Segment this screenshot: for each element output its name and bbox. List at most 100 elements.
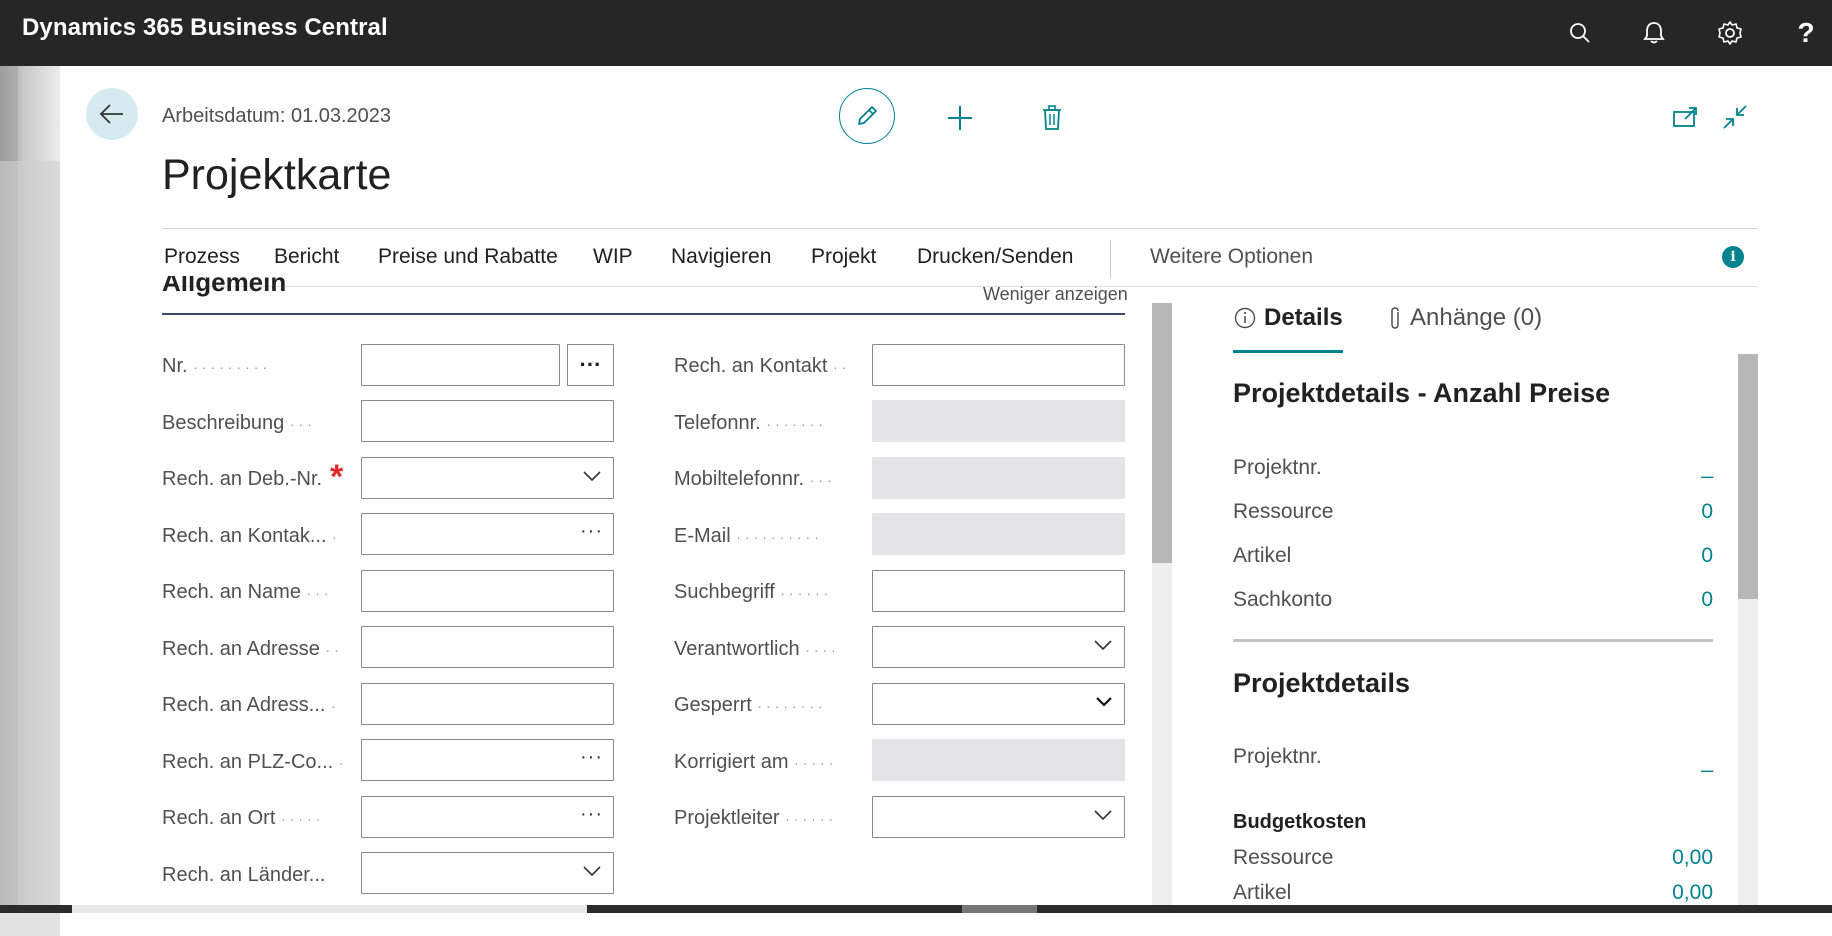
field-label-projektleiter: Projektleiter ······ <box>674 807 838 829</box>
project-details-title: Projektdetails <box>1233 668 1411 698</box>
budget-label: Ressource <box>1233 846 1334 869</box>
field-label-rech-an-kontakt-nr: Rech. an Kontak... · <box>162 525 341 547</box>
price-count-label: Artikel <box>1233 544 1292 567</box>
content-scrollbar-thumb[interactable] <box>1152 303 1172 563</box>
budget-label: Artikel <box>1233 881 1292 904</box>
info-circle-icon <box>1234 307 1256 329</box>
price-count-value[interactable]: _ <box>1701 456 1713 480</box>
field-label-rech-an-plz-code: Rech. an PLZ-Co... · <box>162 751 348 773</box>
header-divider <box>162 228 1758 229</box>
korrigiert-am-field <box>872 739 1125 781</box>
rech-an-plz-code-lookup[interactable]: ··· <box>361 739 614 781</box>
field-label-rech-an-ort: Rech. an Ort ····· <box>162 807 325 829</box>
menu-wip[interactable]: WIP <box>593 245 633 269</box>
ellipsis-icon: ··· <box>579 352 602 377</box>
rech-an-laendercode-select[interactable] <box>361 852 614 894</box>
open-in-new-window-icon[interactable] <box>1670 102 1700 132</box>
app-title[interactable]: Dynamics 365 Business Central <box>22 14 388 42</box>
help-icon[interactable]: ? <box>1790 17 1822 49</box>
price-count-value[interactable]: 0 <box>1701 544 1713 568</box>
suchbegriff-input[interactable] <box>872 570 1125 612</box>
ellipsis-icon[interactable]: ··· <box>580 520 603 543</box>
rech-an-adresse-2-input[interactable] <box>361 683 614 725</box>
telefonnr-field <box>872 400 1125 442</box>
gear-icon[interactable] <box>1714 17 1746 49</box>
factbox-scrollbar-thumb[interactable] <box>1738 354 1758 599</box>
paperclip-icon <box>1391 307 1399 329</box>
section-title[interactable]: Allgemein <box>162 276 286 300</box>
section-underline <box>162 313 1125 315</box>
field-label-email: E-Mail ·········· <box>674 525 823 547</box>
chevron-down-icon <box>1096 697 1112 707</box>
menu-separator <box>1110 240 1111 278</box>
field-label-telefonnr: Telefonnr. ······· <box>674 412 827 434</box>
page-title: Projektkarte <box>162 151 392 199</box>
field-label-nr: Nr. ········· <box>162 355 272 377</box>
nr-input[interactable] <box>361 344 560 386</box>
rech-an-ort-lookup[interactable]: ··· <box>361 796 614 838</box>
projektleiter-select[interactable] <box>872 796 1125 838</box>
price-count-label: Sachkonto <box>1233 588 1333 611</box>
search-icon[interactable] <box>1564 17 1596 49</box>
ellipsis-icon[interactable]: ··· <box>580 803 603 826</box>
verantwortlich-select[interactable] <box>872 626 1125 668</box>
rech-an-kontakt-nr-lookup[interactable]: ··· <box>361 513 614 555</box>
field-label-korrigiert-am: Korrigiert am ····· <box>674 751 838 773</box>
tab-attachments[interactable]: Anhänge (0) <box>1388 304 1542 332</box>
active-tab-indicator <box>1233 350 1343 353</box>
gesperrt-select[interactable] <box>872 683 1125 725</box>
price-count-value[interactable]: 0 <box>1701 500 1713 524</box>
nr-assist-button[interactable]: ··· <box>567 344 614 386</box>
rech-an-kontakt-input[interactable] <box>872 344 1125 386</box>
bell-icon[interactable] <box>1638 17 1670 49</box>
menu-prozess[interactable]: Prozess <box>164 245 240 269</box>
new-button[interactable] <box>944 102 976 134</box>
work-date: Arbeitsdatum: 01.03.2023 <box>162 105 392 127</box>
chevron-down-icon <box>583 471 601 482</box>
menu-bericht[interactable]: Bericht <box>274 245 339 269</box>
required-indicator: * <box>330 458 344 496</box>
budget-value[interactable]: 0,00 <box>1672 881 1713 905</box>
taskbar-segment <box>72 905 587 913</box>
price-count-title: Projektdetails - Anzahl Preise <box>1233 378 1611 408</box>
rech-an-deb-nr-select[interactable] <box>361 457 614 499</box>
tab-details[interactable]: Details <box>1234 304 1343 332</box>
field-label-mobiltelefonnr: Mobiltelefonnr. ··· <box>674 468 836 490</box>
bottom-taskbar <box>0 905 1832 913</box>
edit-button[interactable] <box>839 88 895 144</box>
trash-icon <box>1043 105 1061 130</box>
menu-projekt[interactable]: Projekt <box>811 245 876 269</box>
menu-preise-und-rabatte[interactable]: Preise und Rabatte <box>378 245 558 269</box>
field-label-rech-an-adresse: Rech. an Adresse ·· <box>162 638 343 660</box>
tab-details-label: Details <box>1264 304 1343 331</box>
project-details-value[interactable]: _ <box>1701 750 1713 774</box>
beschreibung-input[interactable] <box>361 400 614 442</box>
delete-button[interactable] <box>1036 102 1068 134</box>
menu-navigieren[interactable]: Navigieren <box>671 245 771 269</box>
back-button[interactable] <box>86 88 138 140</box>
chevron-down-icon <box>583 866 601 877</box>
ellipsis-icon[interactable]: ··· <box>580 746 603 769</box>
info-icon[interactable]: i <box>1722 246 1744 268</box>
chevron-down-icon <box>1094 810 1112 821</box>
arrow-left-icon <box>99 104 123 124</box>
field-label-suchbegriff: Suchbegriff ······ <box>674 581 833 603</box>
plus-icon <box>948 106 972 130</box>
taskbar-segment <box>962 905 1037 913</box>
menu-more-options[interactable]: Weitere Optionen <box>1150 245 1313 269</box>
email-field <box>872 513 1125 555</box>
field-label-rech-an-kontakt: Rech. an Kontakt ·· <box>674 355 851 377</box>
background-page <box>0 66 60 936</box>
menu-drucken-senden[interactable]: Drucken/Senden <box>917 245 1073 269</box>
field-label-beschreibung: Beschreibung ··· <box>162 412 316 434</box>
rech-an-adresse-input[interactable] <box>361 626 614 668</box>
rech-an-name-input[interactable] <box>361 570 614 612</box>
show-less-link[interactable]: Weniger anzeigen <box>983 284 1128 305</box>
pencil-icon <box>858 106 877 125</box>
budget-value[interactable]: 0,00 <box>1672 846 1713 870</box>
field-label-gesperrt: Gesperrt ········ <box>674 694 827 716</box>
price-count-value[interactable]: 0 <box>1701 588 1713 612</box>
field-label-rech-an-adresse-2: Rech. an Adress... · <box>162 694 340 716</box>
collapse-icon[interactable] <box>1720 102 1750 132</box>
background-shade <box>0 161 60 936</box>
